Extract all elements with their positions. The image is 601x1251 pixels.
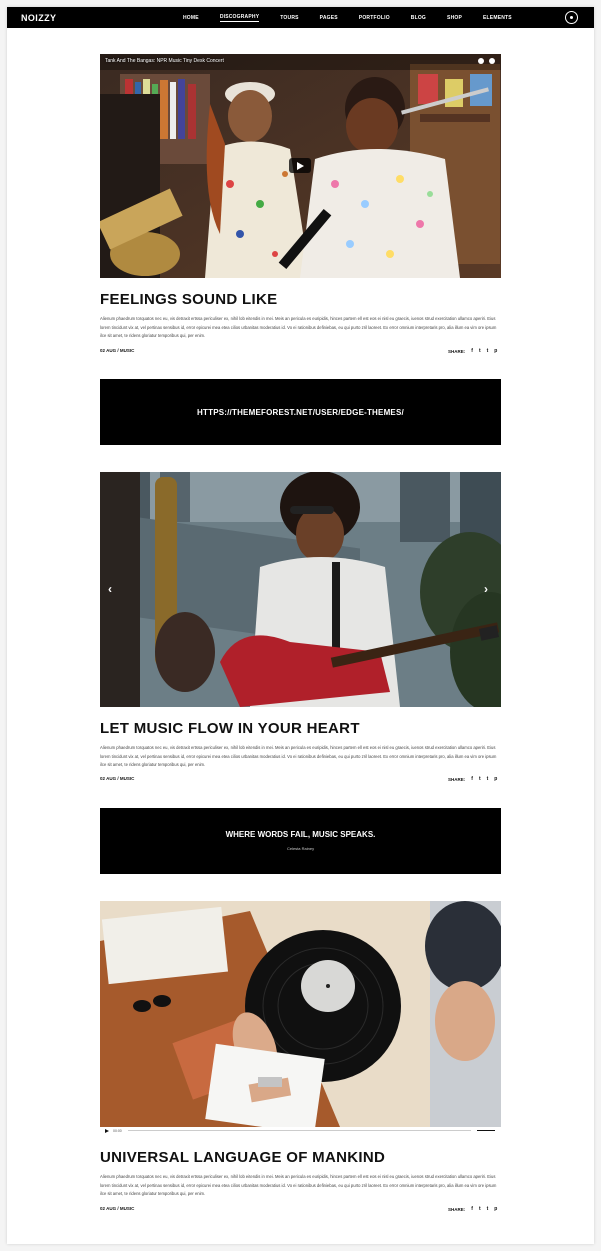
post-excerpt: Alienum phaedrum torquatos nec eu, vis d… — [100, 316, 497, 338]
nav-item-shop[interactable]: SHOP — [447, 15, 462, 21]
share-bar: SHARE: f t t p — [448, 776, 503, 782]
pinterest-icon[interactable]: p — [494, 776, 497, 782]
side-area-button[interactable] — [565, 11, 578, 24]
twitter-icon[interactable]: t — [479, 1206, 481, 1212]
play-icon[interactable] — [105, 1128, 109, 1133]
video-player[interactable]: Tank And The Bangas: NPR Music Tiny Desk… — [100, 54, 501, 278]
prev-arrow-icon[interactable]: ‹ — [108, 582, 112, 596]
share-label: SHARE: — [448, 1206, 466, 1212]
next-arrow-icon[interactable]: › — [484, 582, 488, 596]
twitter-icon[interactable]: t — [479, 776, 481, 782]
link-post[interactable]: HTTPS://THEMEFOREST.NET/USER/EDGE-THEMES… — [100, 379, 501, 445]
share-label: SHARE: — [448, 776, 466, 782]
share-bar: SHARE: f t t p — [448, 1206, 503, 1212]
nav-item-portfolio[interactable]: PORTFOLIO — [359, 15, 390, 21]
nav-item-tours[interactable]: TOURS — [280, 15, 298, 21]
gallery-image — [100, 472, 501, 707]
nav-item-blog[interactable]: BLOG — [411, 15, 426, 21]
audio-time: 00:00 — [113, 1128, 122, 1133]
pinterest-icon[interactable]: p — [494, 1206, 497, 1212]
audio-progress-bar[interactable] — [127, 1130, 471, 1131]
post-excerpt: Alienum phaedrum torquatos nec eu, vis d… — [100, 1174, 497, 1196]
post-meta[interactable]: 02 AUG / MUSIC — [100, 1206, 134, 1211]
quote-author: Celesta Rainey — [286, 846, 315, 851]
audio-player: 00:00 — [100, 1127, 501, 1134]
audio-post-image — [100, 901, 501, 1127]
gallery-slider[interactable]: ‹ › — [100, 472, 501, 707]
share-bar: SHARE: f t t p — [448, 348, 503, 354]
share-icon[interactable] — [489, 58, 495, 64]
clock-icon[interactable] — [478, 58, 484, 64]
post-title[interactable]: UNIVERSAL LANGUAGE OF MANKIND — [100, 1149, 385, 1166]
tumblr-icon[interactable]: t — [487, 776, 489, 782]
post-meta[interactable]: 02 AUG / MUSIC — [100, 776, 134, 781]
facebook-icon[interactable]: f — [471, 1206, 473, 1212]
link-url[interactable]: HTTPS://THEMEFOREST.NET/USER/EDGE-THEMES… — [197, 408, 404, 417]
quote-text: WHERE WORDS FAIL, MUSIC SPEAKS. — [225, 830, 376, 839]
post-title[interactable]: FEELINGS SOUND LIKE — [100, 291, 277, 308]
facebook-icon[interactable]: f — [471, 776, 473, 782]
nav-item-home[interactable]: HOME — [183, 15, 199, 21]
post-meta[interactable]: 02 AUG / MUSIC — [100, 348, 134, 353]
video-title[interactable]: Tank And The Bangas: NPR Music Tiny Desk… — [105, 58, 224, 64]
share-label: SHARE: — [448, 348, 466, 354]
quote-post[interactable]: WHERE WORDS FAIL, MUSIC SPEAKS. Celesta … — [100, 808, 501, 874]
twitter-icon[interactable]: t — [479, 348, 481, 354]
post-excerpt: Alienum phaedrum torquatos nec eu, vis d… — [100, 745, 497, 767]
video-actions — [478, 58, 495, 64]
facebook-icon[interactable]: f — [471, 348, 473, 354]
nav-item-discography[interactable]: DISCOGRAPHY — [219, 14, 260, 22]
top-navbar: NOIZZY HOME DISCOGRAPHY TOURS PAGES PORT… — [7, 7, 594, 28]
vinyl-image — [100, 901, 501, 1127]
pinterest-icon[interactable]: p — [494, 348, 497, 354]
dot-icon — [570, 16, 573, 19]
play-button-icon[interactable] — [289, 158, 311, 173]
tumblr-icon[interactable]: t — [487, 348, 489, 354]
site-logo[interactable]: NOIZZY — [21, 13, 56, 23]
nav-item-elements[interactable]: ELEMENTS — [483, 15, 512, 21]
tumblr-icon[interactable]: t — [487, 1206, 489, 1212]
main-menu: HOME DISCOGRAPHY TOURS PAGES PORTFOLIO B… — [183, 7, 533, 28]
nav-item-pages[interactable]: PAGES — [320, 15, 338, 21]
volume-slider[interactable] — [477, 1130, 495, 1131]
post-title[interactable]: LET MUSIC FLOW IN YOUR HEART — [100, 720, 360, 737]
